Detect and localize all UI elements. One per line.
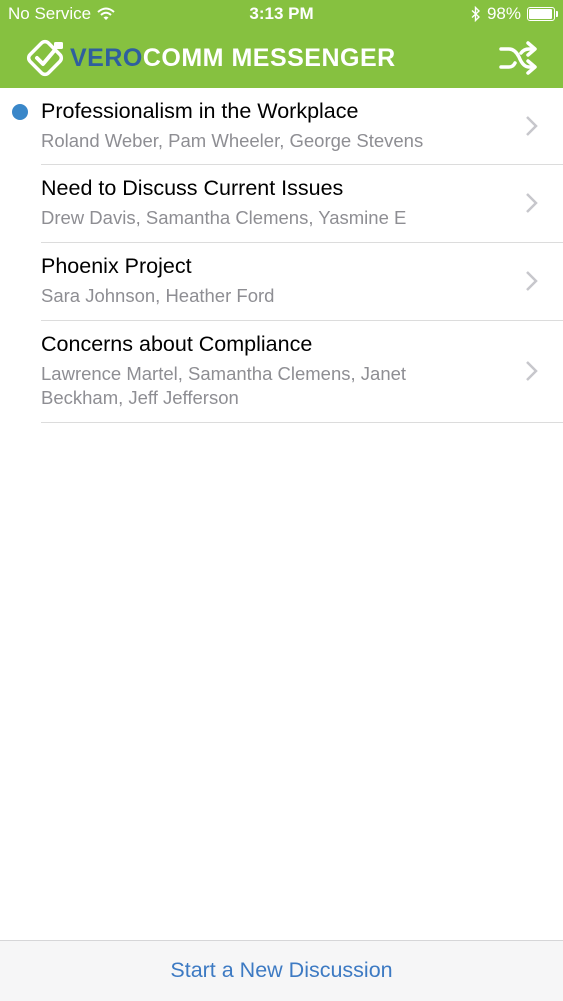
logo-comm-text: COMM MESSENGER [142,43,396,72]
discussion-row[interactable]: Phoenix Project Sara Johnson, Heather Fo… [0,243,563,321]
status-bar: No Service 3:13 PM 98% [0,0,563,28]
discussion-title: Professionalism in the Workplace [41,99,359,123]
discussion-participants: Sara Johnson, Heather Ford [41,285,275,306]
discussion-list: Professionalism in the Workplace Roland … [0,88,563,423]
app-header: No Service 3:13 PM 98% VEROCOMM MESSENGE… [0,0,563,88]
discussion-participants: Lawrence Martel, Samantha Clemens, Janet… [41,363,407,408]
nav-bar: VEROCOMM MESSENGER [0,30,563,86]
discussion-title: Need to Discuss Current Issues [41,176,344,200]
battery-fill [529,9,553,19]
bottom-toolbar: Start a New Discussion [0,940,563,1001]
discussion-participants: Drew Davis, Samantha Clemens, Yasmine E [41,207,407,228]
verocomm-logo-icon [26,39,64,77]
chevron-right-icon [526,116,538,136]
discussion-participants: Roland Weber, Pam Wheeler, George Steven… [41,130,424,151]
discussion-title: Phoenix Project [41,254,192,278]
app-title: VEROCOMM MESSENGER [70,44,396,73]
battery-icon [527,7,558,21]
chevron-right-icon [526,361,538,381]
discussion-row[interactable]: Professionalism in the Workplace Roland … [0,88,563,165]
app-logo: VEROCOMM MESSENGER [26,38,396,78]
chevron-right-icon [526,193,538,213]
battery-percent: 98% [486,4,521,23]
status-right: 98% [471,4,558,24]
discussion-title: Concerns about Compliance [41,332,313,356]
logo-vero-text: VERO [70,43,143,72]
unread-indicator [12,104,28,120]
start-new-discussion-button[interactable]: Start a New Discussion [0,958,563,983]
bluetooth-icon [471,6,480,22]
shuffle-icon[interactable] [499,41,537,75]
discussion-row[interactable]: Concerns about Compliance Lawrence Marte… [0,321,563,423]
row-divider [41,422,563,423]
chevron-right-icon [526,271,538,291]
discussion-row[interactable]: Need to Discuss Current Issues Drew Davi… [0,165,563,243]
